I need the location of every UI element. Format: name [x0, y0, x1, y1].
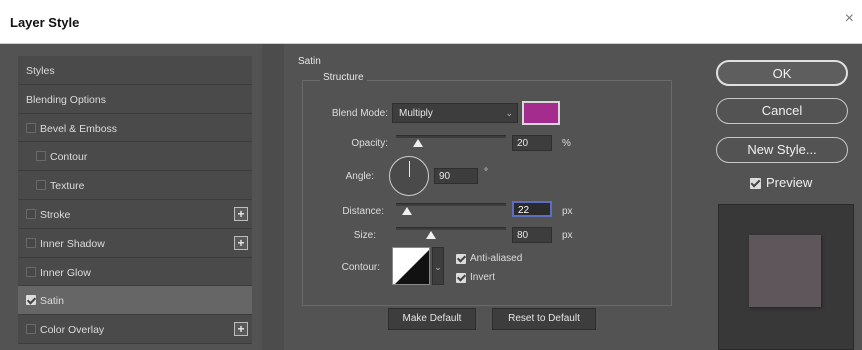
style-item-color-overlay[interactable]: Color Overlay + — [18, 315, 252, 344]
new-style-button[interactable]: New Style... — [716, 137, 848, 163]
preview-swatch — [749, 235, 821, 307]
style-item-label: Styles — [26, 65, 55, 77]
style-checkbox[interactable] — [26, 237, 36, 248]
blend-mode-label: Blend Mode: — [331, 108, 388, 119]
angle-unit: ° — [484, 167, 488, 178]
style-item-label: Blending Options — [26, 93, 106, 106]
size-slider-thumb[interactable] — [426, 231, 437, 239]
reset-to-default-button[interactable]: Reset to Default — [492, 308, 596, 330]
size-label: Size: — [353, 230, 376, 241]
cancel-button[interactable]: Cancel — [716, 98, 848, 124]
style-checkbox[interactable] — [26, 122, 36, 133]
angle-input[interactable]: 90 — [434, 168, 478, 184]
right-panel: OK Cancel New Style... Preview — [706, 44, 862, 350]
size-slider[interactable] — [396, 227, 506, 230]
style-checkbox[interactable] — [26, 295, 36, 306]
style-item-label: Bevel & Emboss — [40, 122, 118, 135]
add-icon[interactable]: + — [234, 206, 248, 221]
style-item-label: Satin — [40, 295, 64, 308]
structure-title: Structure — [320, 72, 367, 83]
size-input[interactable]: 80 — [512, 227, 552, 243]
contour-dropdown[interactable]: ⌄ — [432, 247, 444, 285]
blend-mode-value: Multiply — [399, 108, 433, 119]
opacity-slider[interactable] — [396, 135, 506, 138]
window-title: Layer Style — [10, 15, 80, 30]
contour-preview[interactable] — [392, 247, 430, 285]
title-bar: Layer Style × — [0, 0, 862, 44]
style-list: Styles Blending Options Bevel & Emboss Cont… — [18, 56, 252, 344]
preview-checkbox[interactable] — [750, 178, 761, 189]
style-item-label: Color Overlay — [40, 324, 105, 337]
style-item-inner-shadow[interactable]: Inner Shadow + — [18, 228, 252, 258]
style-checkbox[interactable] — [36, 180, 46, 191]
anti-aliased-checkbox[interactable] — [456, 254, 466, 264]
add-icon[interactable]: + — [234, 322, 248, 337]
satin-color-swatch[interactable] — [522, 101, 560, 125]
distance-input[interactable]: 22 — [512, 201, 552, 217]
style-checkbox[interactable] — [36, 151, 46, 162]
style-item-label: Contour — [50, 151, 88, 164]
distance-unit: px — [562, 206, 573, 217]
style-item-label: Inner Shadow — [40, 237, 105, 250]
invert-label: Invert — [470, 272, 496, 283]
chevron-down-icon: ⌄ — [505, 108, 513, 118]
satin-group-title: Satin — [298, 56, 321, 67]
preview-label: Preview — [766, 175, 813, 190]
distance-label: Distance: — [342, 206, 384, 217]
style-checkbox[interactable] — [26, 324, 36, 335]
angle-needle — [409, 161, 410, 177]
angle-label: Angle: — [345, 171, 374, 182]
opacity-label: Opacity: — [351, 138, 388, 149]
angle-dial[interactable] — [389, 156, 429, 196]
panel-divider — [262, 44, 284, 350]
style-item-blending-options[interactable]: Blending Options — [18, 84, 252, 114]
style-item-stroke[interactable]: Stroke + — [18, 199, 252, 229]
style-item-label: Texture — [50, 180, 85, 193]
size-unit: px — [562, 230, 573, 241]
anti-aliased-label: Anti-aliased — [470, 253, 523, 264]
style-item-styles[interactable]: Styles — [18, 56, 252, 85]
style-item-label: Inner Glow — [40, 266, 91, 279]
style-item-inner-glow[interactable]: Inner Glow — [18, 257, 252, 287]
close-icon[interactable]: × — [845, 10, 854, 28]
make-default-button[interactable]: Make Default — [388, 308, 476, 330]
style-item-label: Stroke — [40, 208, 71, 221]
contour-label: Contour: — [341, 262, 380, 273]
style-item-bevel-emboss[interactable]: Bevel & Emboss — [18, 113, 252, 143]
style-checkbox[interactable] — [26, 208, 36, 219]
style-item-satin[interactable]: Satin — [18, 286, 252, 316]
layer-style-dialog: Styles Blending Options Bevel & Emboss Cont… — [0, 44, 862, 350]
ok-button[interactable]: OK — [716, 60, 848, 86]
add-icon[interactable]: + — [234, 235, 248, 250]
chevron-down-icon: ⌄ — [434, 262, 442, 272]
style-checkbox[interactable] — [26, 266, 36, 277]
opacity-unit: % — [562, 138, 571, 149]
style-item-texture[interactable]: Texture — [18, 171, 252, 200]
distance-slider[interactable] — [396, 203, 506, 206]
opacity-slider-thumb[interactable] — [413, 139, 423, 147]
distance-slider-thumb[interactable] — [402, 207, 412, 215]
opacity-input[interactable]: 20 — [512, 135, 552, 151]
preview-box — [718, 204, 854, 350]
satin-panel: Satin Structure Blend Mode: Multiply ⌄ O… — [284, 44, 706, 350]
style-item-contour[interactable]: Contour — [18, 142, 252, 172]
contour-curve-icon — [395, 250, 429, 284]
invert-checkbox[interactable] — [456, 273, 466, 283]
blend-mode-select[interactable]: Multiply ⌄ — [392, 103, 518, 123]
